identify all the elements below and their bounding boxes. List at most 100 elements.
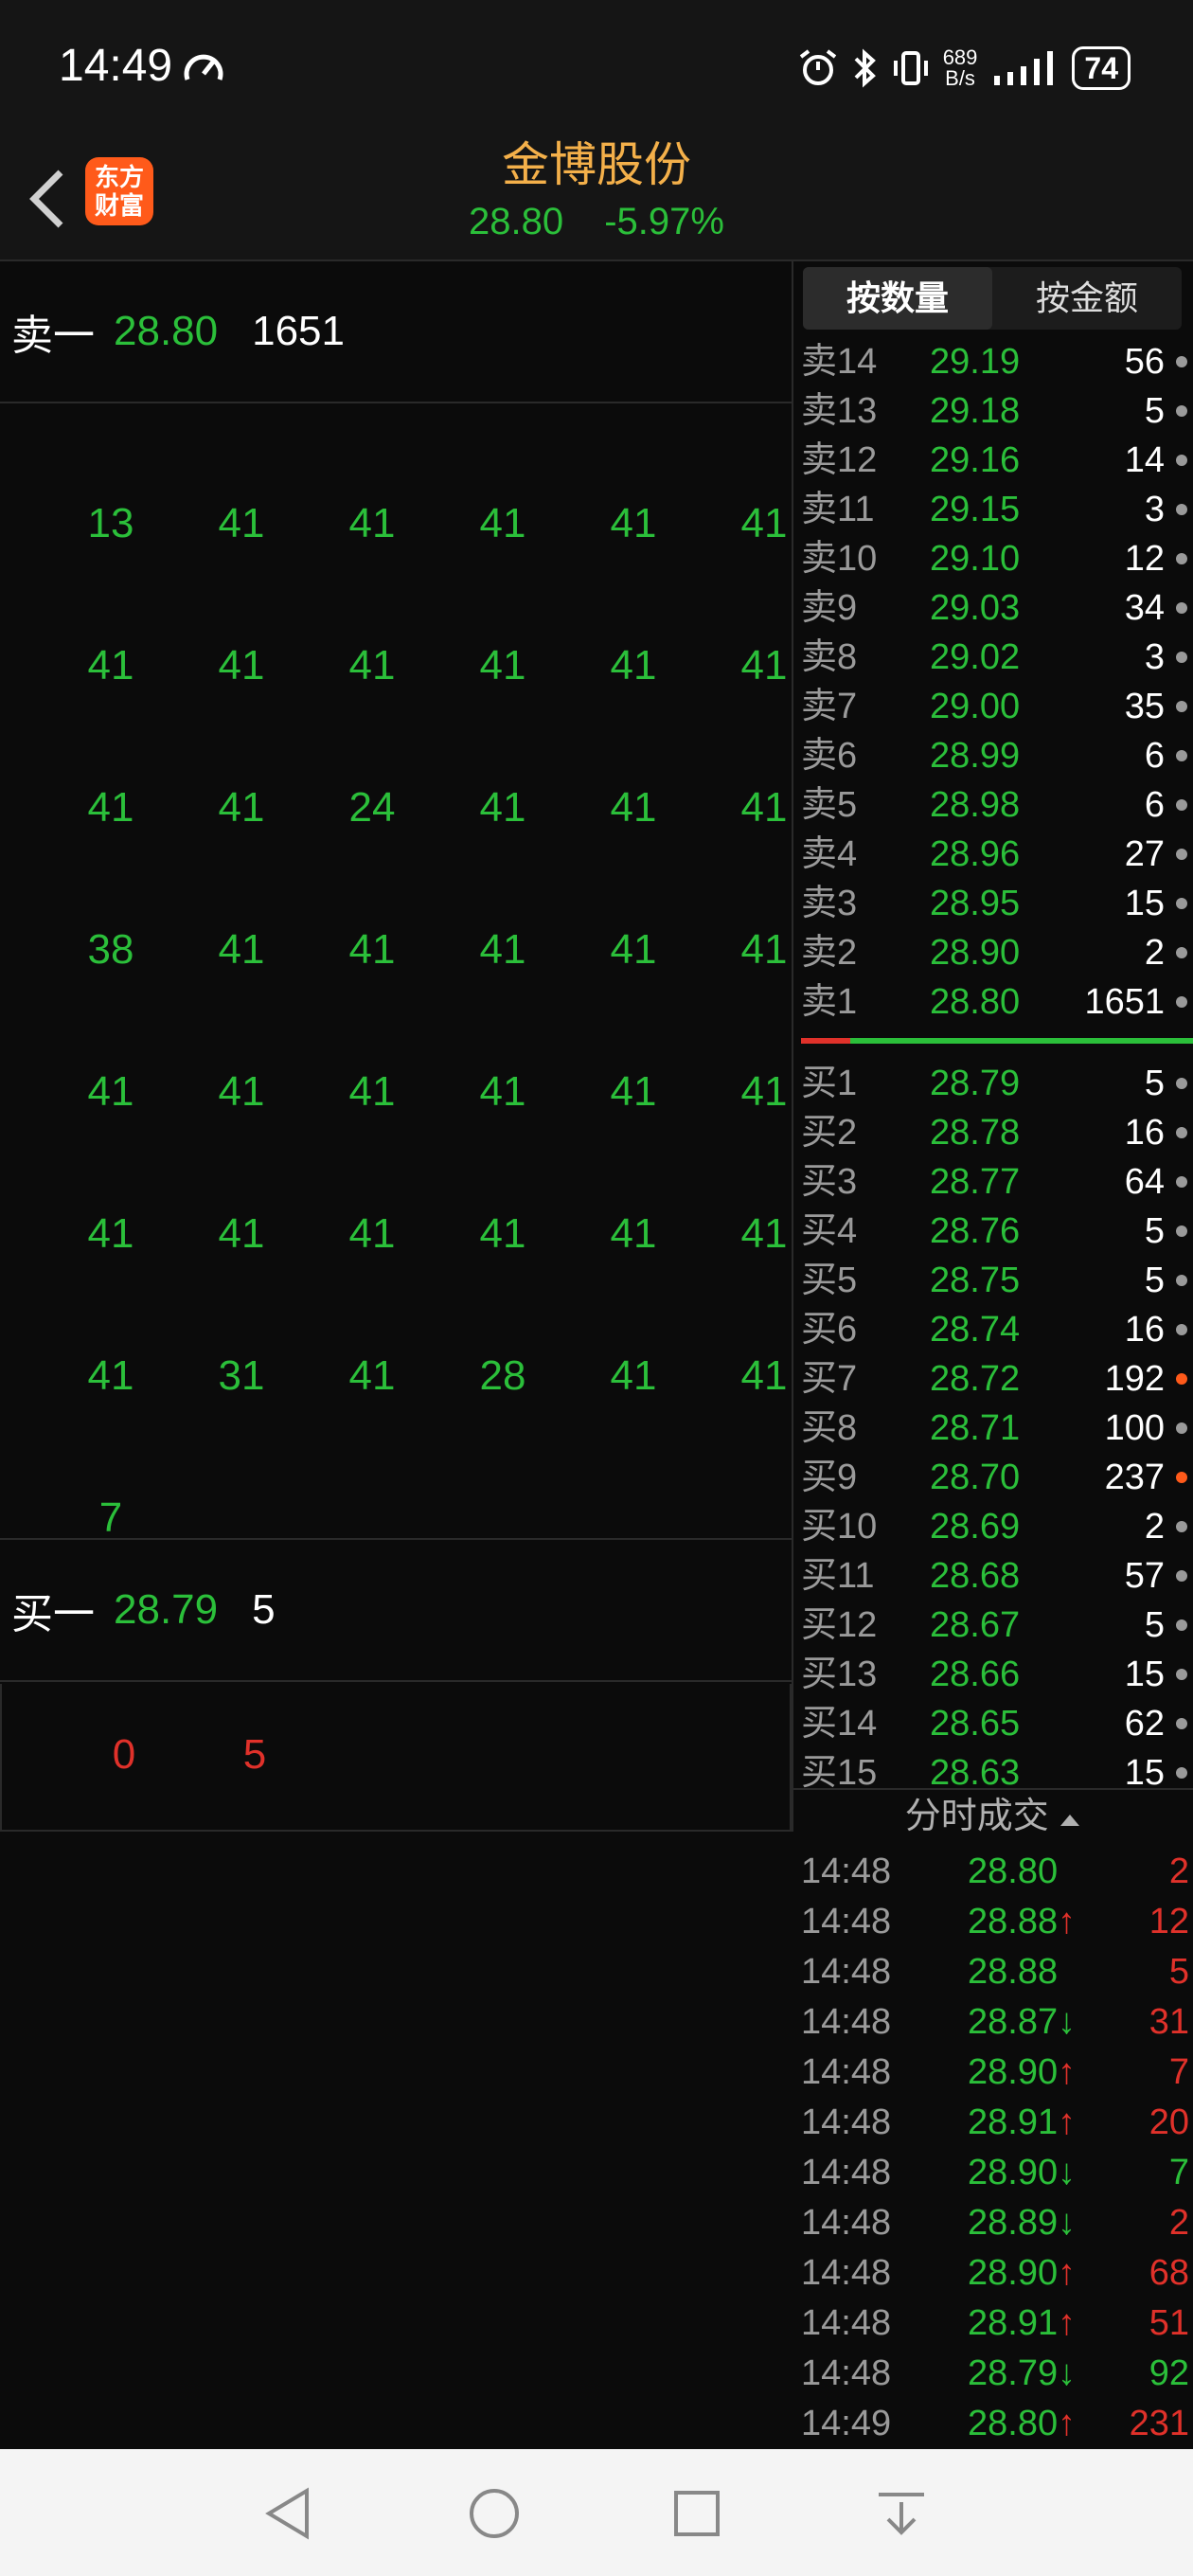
ask-level-volume: 6	[1144, 785, 1165, 825]
nav-recents-icon[interactable]	[667, 2483, 727, 2544]
buy-one-row[interactable]: 买一 28.79 5	[0, 1540, 792, 1682]
level-dot-icon	[1176, 356, 1187, 367]
ask-level-label: 卖3	[801, 884, 858, 923]
bid-level-volume: 5	[1144, 1605, 1165, 1645]
bid-level-row[interactable]: 买12 28.67 5	[801, 1601, 1189, 1650]
bid-level-row[interactable]: 买4 28.76 5	[801, 1207, 1189, 1256]
ticks-toggle[interactable]: 分时成交	[793, 1788, 1193, 1843]
ask-level-label: 卖8	[801, 637, 858, 677]
ask-level-label: 卖2	[801, 933, 858, 973]
bid-level-row[interactable]: 买9 28.70 237	[801, 1453, 1189, 1502]
ask-level-row[interactable]: 卖9 29.03 34	[801, 583, 1189, 633]
bid-level-label: 买6	[801, 1310, 858, 1350]
ask-level-price: 29.00	[930, 687, 1021, 726]
bid-level-row[interactable]: 买14 28.65 62	[801, 1699, 1189, 1748]
ask-level-row[interactable]: 卖8 29.02 3	[801, 633, 1189, 682]
tick-row: 14:48 28.90↓ 7	[801, 2148, 1189, 2198]
sell-queue-cell: 41	[610, 1068, 657, 1115]
ask-level-row[interactable]: 卖4 28.96 27	[801, 830, 1189, 879]
bid-level-row[interactable]: 买1 28.79 5	[801, 1059, 1189, 1108]
bid-level-label: 买3	[801, 1162, 858, 1202]
tick-row: 14:48 28.88↑ 12	[801, 1897, 1189, 1947]
tick-price: 28.87↓	[968, 2002, 1077, 2042]
ask-level-row[interactable]: 卖12 29.16 14	[801, 436, 1189, 485]
ticks-title: 分时成交	[904, 1797, 1049, 1836]
nav-dropdown-icon[interactable]	[871, 2483, 932, 2544]
ask-level-price: 28.99	[930, 736, 1021, 776]
bid-level-row[interactable]: 买2 28.78 16	[801, 1108, 1189, 1157]
tick-price: 28.80	[968, 1852, 1059, 1891]
bid-level-label: 买4	[801, 1211, 858, 1251]
ask-level-row[interactable]: 卖14 29.19 56	[801, 337, 1189, 386]
tick-price: 28.90↓	[968, 2153, 1077, 2192]
ask-level-row[interactable]: 卖3 28.95 15	[801, 879, 1189, 928]
bid-level-row[interactable]: 买13 28.66 15	[801, 1650, 1189, 1699]
bid-level-price: 28.66	[930, 1655, 1021, 1694]
tab-by-quantity[interactable]: 按数量	[803, 267, 992, 330]
tick-price: 28.88	[968, 1952, 1059, 1992]
level-dot-icon	[1176, 652, 1187, 663]
bid-level-price: 28.69	[930, 1507, 1021, 1547]
bid-level-row[interactable]: 买5 28.75 5	[801, 1256, 1189, 1305]
ask-level-volume: 35	[1124, 687, 1165, 726]
ask-level-row[interactable]: 卖10 29.10 12	[801, 534, 1189, 583]
tick-time: 14:49	[801, 2404, 892, 2443]
caret-up-icon	[1060, 1815, 1080, 1826]
level-dot-icon	[1176, 504, 1187, 515]
bid-level-volume: 2	[1144, 1507, 1165, 1547]
level-dot-icon	[1176, 1570, 1187, 1582]
tick-row: 14:48 28.80 2	[801, 1847, 1189, 1897]
sell-queue-cell: 41	[218, 500, 265, 546]
bid-level-price: 28.65	[930, 1704, 1021, 1744]
bid-level-volume: 64	[1124, 1162, 1165, 1202]
tick-volume: 68	[1148, 2253, 1189, 2293]
level-dot-icon	[1176, 405, 1187, 417]
ask-level-row[interactable]: 卖13 29.18 5	[801, 386, 1189, 436]
tick-time: 14:48	[801, 1952, 892, 1992]
level-dot-icon	[1176, 1422, 1187, 1434]
bid-level-volume: 62	[1124, 1704, 1165, 1744]
nav-home-icon[interactable]	[464, 2483, 525, 2544]
sell-one-row[interactable]: 卖一 28.80 1651	[0, 261, 792, 403]
sell-queue-cell: 28	[479, 1352, 526, 1399]
tick-volume: 231	[1129, 2404, 1189, 2443]
bluetooth-icon	[854, 48, 876, 88]
tab-by-amount[interactable]: 按金额	[992, 267, 1182, 330]
bid-level-label: 买11	[801, 1556, 875, 1596]
bid-level-price: 28.70	[930, 1458, 1021, 1497]
bid-level-row[interactable]: 买6 28.74 16	[801, 1305, 1189, 1354]
sell-queue-cell: 41	[479, 1068, 526, 1115]
sell-queue-cell: 41	[610, 1210, 657, 1257]
bid-level-row[interactable]: 买8 28.71 100	[801, 1404, 1189, 1453]
book-divider	[801, 1038, 1193, 1044]
tick-volume: 2	[1168, 1852, 1189, 1891]
bid-level-volume: 192	[1104, 1359, 1165, 1399]
tick-time: 14:48	[801, 2052, 892, 2092]
ask-level-row[interactable]: 卖6 28.99 6	[801, 731, 1189, 780]
nav-back-icon[interactable]	[259, 2483, 320, 2544]
level-dot-icon	[1176, 1373, 1187, 1385]
ask-level-volume: 34	[1124, 588, 1165, 628]
bid-level-row[interactable]: 买3 28.77 64	[801, 1157, 1189, 1207]
ask-level-row[interactable]: 卖1 28.80 1651	[801, 977, 1189, 1027]
bid-level-row[interactable]: 买7 28.72 192	[801, 1354, 1189, 1404]
arrow-up-icon: ↑	[1058, 2303, 1077, 2343]
stock-name: 金博股份	[502, 138, 691, 191]
ask-level-row[interactable]: 卖2 28.90 2	[801, 928, 1189, 977]
network-speed-value: 689	[942, 45, 978, 69]
bid-level-label: 买10	[801, 1507, 878, 1547]
bid-level-row[interactable]: 买11 28.68 57	[801, 1551, 1189, 1601]
ask-level-row[interactable]: 卖5 28.98 6	[801, 780, 1189, 830]
ask-level-row[interactable]: 卖7 29.00 35	[801, 682, 1189, 731]
tick-row: 14:48 28.87↓ 31	[801, 1997, 1189, 2048]
sell-one-queue: 13 41 41 41 41 41 41 41 41 41 41 41 41 41 24 41 41 41 38 41…	[0, 405, 792, 1541]
tick-volume: 12	[1148, 1902, 1189, 1941]
tick-price: 28.91↑	[968, 2303, 1077, 2343]
bid-level-row[interactable]: 买10 28.69 2	[801, 1502, 1189, 1551]
ask-level-row[interactable]: 卖11 29.15 3	[801, 485, 1189, 534]
arrow-up-icon: ↑	[1058, 2404, 1077, 2443]
tick-price: 28.80↑	[968, 2404, 1077, 2443]
ask-level-volume: 12	[1124, 539, 1165, 579]
tick-price: 28.90↑	[968, 2253, 1077, 2293]
bid-level-volume: 15	[1124, 1655, 1165, 1694]
